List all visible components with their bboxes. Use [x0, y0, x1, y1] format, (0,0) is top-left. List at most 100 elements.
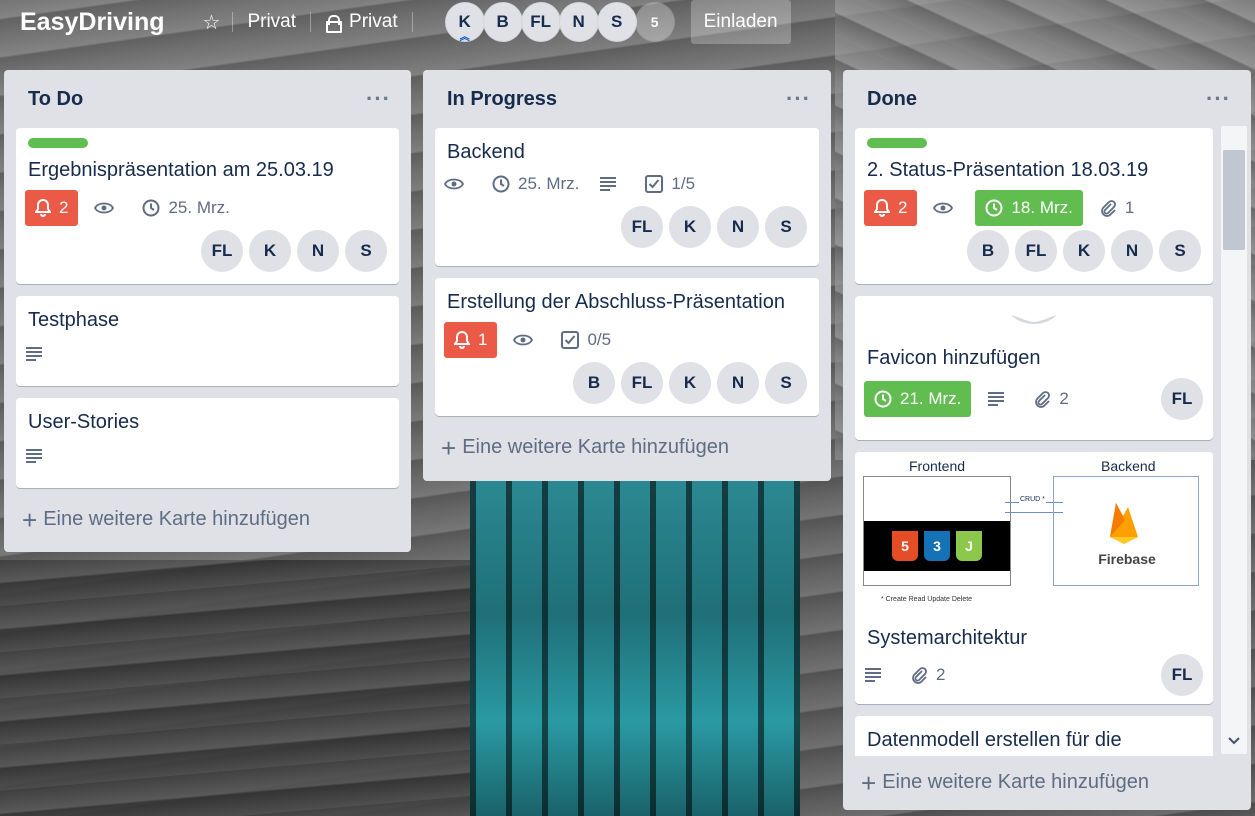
notification-count: 1 [478, 330, 488, 349]
javascript-icon: J [956, 531, 982, 561]
clock-icon [142, 199, 160, 217]
paperclip-icon [1033, 390, 1051, 408]
card-title: Ergebnispräsentation am 25.03.19 [28, 159, 334, 181]
scroll-down-icon[interactable] [1228, 734, 1240, 748]
more-members-count[interactable]: 5 [634, 2, 675, 42]
member-avatar[interactable]: S [345, 230, 387, 272]
checklist-badge: 0/5 [561, 322, 611, 358]
list-title[interactable]: To Do [28, 88, 83, 111]
list-menu-icon[interactable]: ··· [786, 88, 811, 110]
card-title: Favicon hinzufügen [867, 347, 1041, 369]
add-card-button[interactable]: + Eine weitere Karte hinzufügen [843, 763, 1167, 802]
wing-icon [1011, 315, 1057, 324]
card-label[interactable] [867, 138, 927, 148]
member-avatar[interactable]: FL [621, 206, 663, 248]
member-avatar[interactable]: S [1159, 230, 1201, 272]
member-avatar[interactable]: S [765, 206, 807, 248]
bell-icon [454, 331, 470, 349]
description-badge [599, 166, 625, 202]
due-date-badge: 25. Mrz. [142, 190, 230, 226]
attachment-badge: 2 [910, 657, 945, 693]
list-done: Done ··· 2. Status-Präsentation 18.03.19… [843, 70, 1251, 810]
add-card-button[interactable]: + Eine weitere Karte hinzufügen [423, 428, 831, 467]
member-avatar[interactable]: B [967, 230, 1009, 272]
member-avatar[interactable]: FL [520, 2, 561, 42]
member-avatar[interactable]: K [669, 206, 711, 248]
due-date-badge[interactable]: 21. Mrz. [864, 381, 972, 417]
team-visibility-button[interactable]: Privat [237, 5, 306, 39]
watching-badge [933, 190, 961, 226]
member-avatar[interactable]: K [1063, 230, 1105, 272]
list-scrollbar[interactable] [1221, 126, 1247, 754]
member-avatar[interactable]: N [717, 206, 759, 248]
due-date-badge[interactable]: 18. Mrz. [975, 190, 1083, 226]
frontend-box: 5 3 J [863, 476, 1011, 586]
card-scroll-area[interactable]: 2. Status-Präsentation 18.03.19 2 18. Mr… [843, 128, 1225, 756]
card[interactable]: Backend 25. Mrz. 1/5 FL K N S [435, 128, 819, 266]
crud-label: CRUD * [1019, 496, 1046, 503]
board-visibility-button[interactable]: Privat [315, 5, 408, 39]
card[interactable]: Datenmodell erstellen für die [855, 716, 1213, 756]
board-title[interactable]: EasyDriving [20, 8, 165, 37]
member-avatar[interactable]: K [669, 362, 711, 404]
eye-icon [94, 201, 115, 215]
list-title[interactable]: In Progress [447, 88, 557, 111]
watching-badge [513, 322, 541, 358]
scrollbar-thumb[interactable] [1223, 150, 1245, 250]
css3-icon: 3 [924, 531, 950, 561]
checklist-count: 1/5 [671, 174, 696, 193]
watching-badge [94, 190, 122, 226]
bell-icon [35, 199, 51, 217]
card-label[interactable] [28, 138, 88, 148]
checklist-count: 0/5 [587, 330, 612, 349]
member-avatar[interactable]: S [765, 362, 807, 404]
member-avatar[interactable]: N [1111, 230, 1153, 272]
add-card-button[interactable]: + Eine weitere Karte hinzufügen [4, 500, 411, 539]
member-avatar[interactable]: FL [621, 362, 663, 404]
member-avatar[interactable]: N [558, 2, 599, 42]
card[interactable]: Erstellung der Abschluss-Präsentation 1 … [435, 278, 819, 416]
eye-icon [933, 201, 954, 215]
member-avatar[interactable]: FL [1015, 230, 1057, 272]
member-avatar[interactable]: FL [201, 230, 243, 272]
list-title[interactable]: Done [867, 88, 917, 111]
member-avatar[interactable]: FL [1161, 378, 1203, 420]
notification-badge: 2 [864, 190, 918, 226]
list-menu-icon[interactable]: ··· [1206, 88, 1231, 110]
clock-icon [985, 199, 1003, 217]
member-avatar[interactable]: K ︽ [444, 2, 485, 43]
member-avatar[interactable]: N [297, 230, 339, 272]
list-in-progress: In Progress ··· Backend 25. Mrz. 1/5 FL … [423, 70, 831, 481]
notification-badge: 1 [444, 322, 498, 358]
paperclip-icon [910, 666, 928, 684]
member-avatar[interactable]: B [573, 362, 615, 404]
description-badge [25, 438, 51, 474]
plus-icon: + [861, 767, 877, 798]
card[interactable]: User-Stories [16, 398, 399, 488]
paperclip-icon [1099, 199, 1117, 217]
description-icon [25, 346, 43, 362]
member-avatar[interactable]: N [717, 362, 759, 404]
card[interactable]: Frontend Backend 5 3 J CRUD * Firebase *… [855, 452, 1213, 704]
member-avatar[interactable]: K [249, 230, 291, 272]
firebase-label: Firebase [1098, 551, 1156, 567]
favicon-cover [867, 306, 1201, 346]
invite-button[interactable]: Einladen [690, 0, 791, 44]
card[interactable]: Favicon hinzufügen 21. Mrz. 2 FL [855, 296, 1213, 440]
lock-icon [325, 15, 343, 33]
header-separator [310, 12, 312, 32]
card[interactable]: Testphase [16, 296, 399, 386]
due-date-text: 21. Mrz. [900, 389, 962, 408]
member-avatar[interactable]: FL [1161, 654, 1203, 696]
list-menu-icon[interactable]: ··· [366, 88, 391, 110]
card[interactable]: Ergebnispräsentation am 25.03.19 2 25. M… [16, 128, 399, 284]
header-separator [232, 12, 234, 32]
member-avatar[interactable]: B [482, 2, 523, 42]
background-glass-facade [470, 470, 800, 816]
star-icon[interactable]: ☆ [195, 10, 229, 35]
board-header: EasyDriving ☆ Privat Privat K ︽ B FL N S… [0, 0, 1255, 44]
description-icon [25, 448, 43, 464]
card[interactable]: 2. Status-Präsentation 18.03.19 2 18. Mr… [855, 128, 1213, 284]
member-avatar[interactable]: S [596, 2, 637, 42]
description-icon [864, 667, 882, 683]
